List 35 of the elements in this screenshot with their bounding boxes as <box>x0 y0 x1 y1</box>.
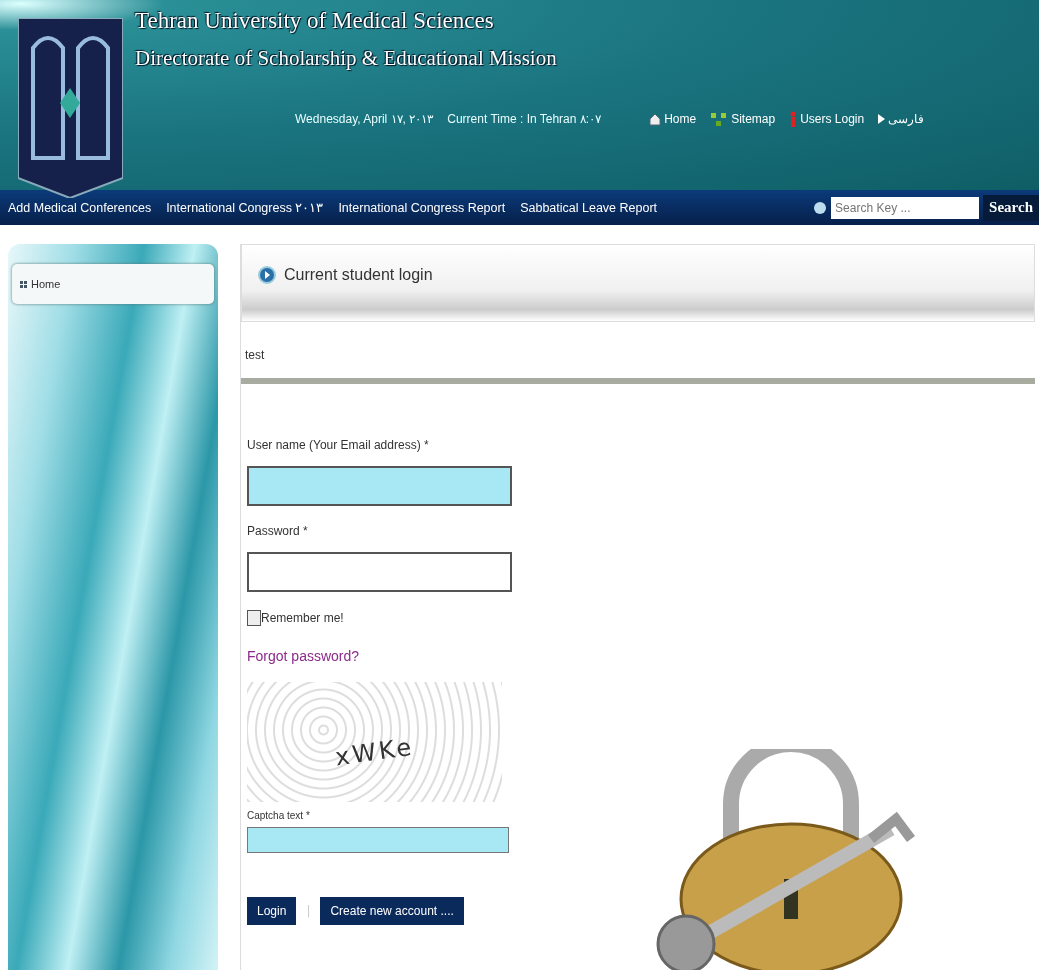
input-field[interactable] <box>247 552 512 592</box>
panel-title: Current student login <box>284 266 433 284</box>
captcha-image: xWKe <box>247 682 502 802</box>
intro-text: test <box>244 347 266 364</box>
header-link[interactable]: فارسی <box>878 112 925 126</box>
login-button[interactable]: Login <box>247 897 297 925</box>
globe-icon <box>813 200 828 215</box>
remember-checkbox[interactable]: Remember me! <box>247 610 1035 626</box>
search-field[interactable]: Search Key ... <box>831 196 980 219</box>
nav-link[interactable]: International Congress ۲۰۱۳ <box>166 200 324 215</box>
sitemap-icon <box>710 111 729 127</box>
dots-icon <box>20 280 27 288</box>
search-button[interactable]: Search <box>983 194 1039 221</box>
date-text: Wednesday, April ۱۷, ۲۰۱۳ <box>295 112 434 126</box>
time-text: Current Time : In Tehran ۸:۰۷ <box>447 112 602 126</box>
field-label: Captcha text * <box>247 810 311 821</box>
nav-link[interactable]: Add Medical Conferences <box>8 200 152 215</box>
sidebar-item[interactable]: Home <box>12 264 214 304</box>
nav-link[interactable]: International Congress Report <box>338 200 506 215</box>
input-field[interactable] <box>247 466 512 506</box>
header-link[interactable]: Users Login <box>789 111 865 127</box>
captcha-field[interactable] <box>247 827 509 853</box>
field-label: User name (Your Email address) * <box>247 438 430 452</box>
field-label: Password * <box>247 524 309 538</box>
header-link[interactable]: Sitemap <box>710 111 776 127</box>
create-account-button[interactable]: Create new account .... <box>320 897 464 925</box>
site-subtitle: Directorate of Scholarship & Educational Mission <box>135 46 558 71</box>
header-link[interactable]: Home <box>649 112 697 126</box>
forgot-password-link[interactable]: Forgot password? <box>247 648 1035 664</box>
site-title: Tehran University of Medical Sciences <box>135 8 495 34</box>
play-circle-icon <box>258 266 276 284</box>
triangle-icon <box>878 114 886 124</box>
separator-text: | <box>306 904 311 918</box>
house-icon <box>649 112 662 126</box>
nav-link[interactable]: Sabbatical Leave Report <box>520 200 658 215</box>
